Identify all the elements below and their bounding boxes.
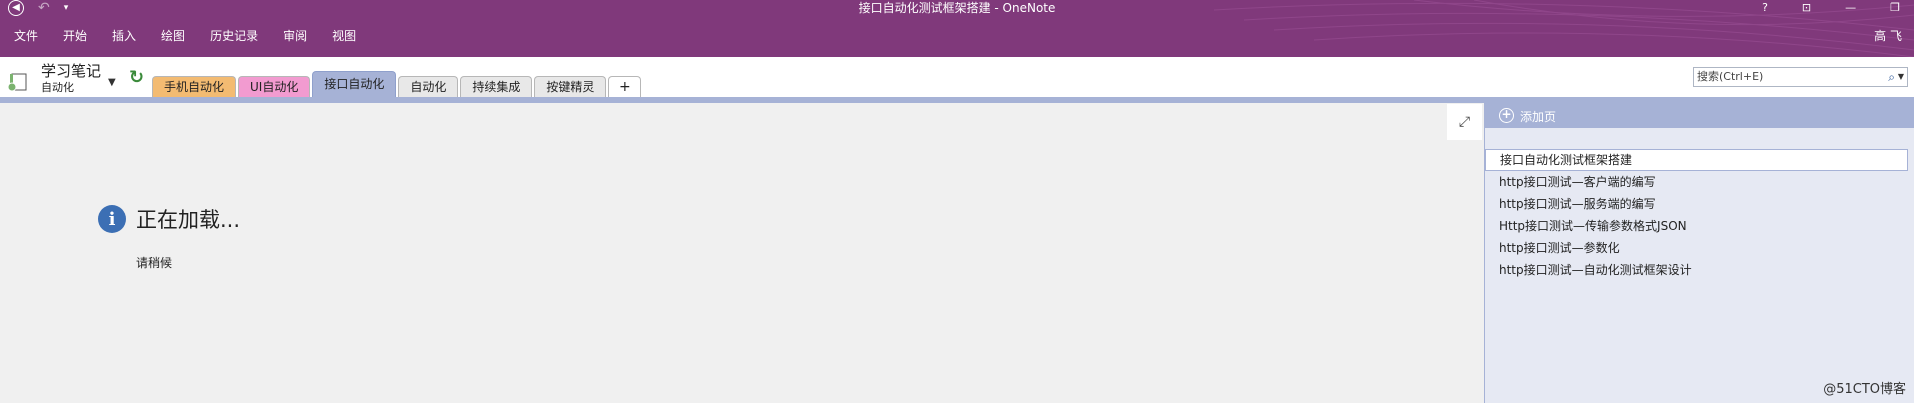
section-tab-mobile-automation[interactable]: 手机自动化 bbox=[152, 76, 237, 97]
page-item[interactable]: Http接口测试—传输参数格式JSON bbox=[1485, 215, 1914, 237]
wait-message: 请稍候 bbox=[136, 256, 173, 270]
sync-icon[interactable]: ↻ bbox=[129, 67, 144, 88]
tab-view[interactable]: 视图 bbox=[332, 27, 356, 44]
expand-page-icon[interactable]: ⤢ bbox=[1447, 104, 1482, 140]
tab-history[interactable]: 历史记录 bbox=[210, 27, 258, 44]
page-item[interactable]: http接口测试—自动化测试框架设计 bbox=[1485, 259, 1914, 281]
minimize-icon[interactable]: — bbox=[1845, 0, 1856, 16]
restore-icon[interactable]: ❐ bbox=[1890, 0, 1900, 16]
add-page-icon: + bbox=[1499, 108, 1514, 123]
watermark: @51CTO博客 bbox=[1823, 382, 1906, 397]
search-scope-dropdown-icon[interactable]: ▼ bbox=[1898, 68, 1904, 86]
section-tab-api-automation[interactable]: 接口自动化 bbox=[312, 71, 397, 97]
info-icon: i bbox=[98, 205, 126, 233]
window-title: 接口自动化测试框架搭建 - OneNote bbox=[858, 1, 1056, 15]
section-tabs: 手机自动化 UI自动化 接口自动化 自动化 持续集成 按键精灵 + bbox=[152, 71, 643, 97]
notebook-icon[interactable] bbox=[8, 71, 30, 93]
current-section-name[interactable]: 自动化 bbox=[41, 79, 74, 95]
section-tab-automation[interactable]: 自动化 bbox=[398, 76, 459, 97]
user-name[interactable]: 高 飞 bbox=[1874, 27, 1902, 44]
search-input[interactable]: 搜索(Ctrl+E) ⌕ ▼ bbox=[1693, 67, 1908, 87]
page-list: 接口自动化测试框架搭建 http接口测试—客户端的编写 http接口测试—服务端… bbox=[1485, 149, 1914, 281]
page-item[interactable]: 接口自动化测试框架搭建 bbox=[1485, 149, 1908, 171]
notebook-name[interactable]: 学习笔记 bbox=[41, 60, 101, 81]
page-item[interactable]: http接口测试—服务端的编写 bbox=[1485, 193, 1914, 215]
tab-home[interactable]: 开始 bbox=[63, 27, 87, 44]
help-icon[interactable]: ? bbox=[1762, 0, 1768, 16]
page-item[interactable]: http接口测试—客户端的编写 bbox=[1485, 171, 1914, 193]
loading-message: 正在加载... bbox=[136, 208, 241, 232]
page-item[interactable]: http接口测试—参数化 bbox=[1485, 237, 1914, 259]
tab-file[interactable]: 文件 bbox=[14, 27, 38, 44]
search-placeholder: 搜索(Ctrl+E) bbox=[1697, 70, 1764, 83]
tab-draw[interactable]: 绘图 bbox=[161, 27, 185, 44]
ribbon-tabs: 文件 开始 插入 绘图 历史记录 审阅 视图 bbox=[14, 27, 381, 44]
ribbon-display-icon[interactable]: ⊡ bbox=[1802, 0, 1811, 16]
tab-insert[interactable]: 插入 bbox=[112, 27, 136, 44]
window-controls: ? ⊡ — ❐ bbox=[1762, 0, 1900, 16]
page-list-pane: + 添加页 接口自动化测试框架搭建 http接口测试—客户端的编写 http接口… bbox=[1484, 103, 1914, 403]
notebook-navigation: 学习笔记 自动化 ▼ ↻ 手机自动化 UI自动化 接口自动化 自动化 持续集成 … bbox=[0, 57, 1914, 97]
add-section-button[interactable]: + bbox=[608, 76, 642, 97]
section-tab-key-wizard[interactable]: 按键精灵 bbox=[534, 76, 607, 97]
add-page-label: 添加页 bbox=[1520, 110, 1557, 124]
notebook-dropdown-icon[interactable]: ▼ bbox=[108, 77, 116, 88]
search-icon[interactable]: ⌕ bbox=[1888, 68, 1895, 86]
title-bar: ◀ ↶ ▾ 接口自动化测试框架搭建 - OneNote ? ⊡ — ❐ 文件 开… bbox=[0, 0, 1914, 57]
page-canvas[interactable] bbox=[0, 103, 1484, 403]
tab-review[interactable]: 审阅 bbox=[283, 27, 307, 44]
add-page-button[interactable]: + 添加页 bbox=[1485, 103, 1914, 128]
section-tab-continuous-integration[interactable]: 持续集成 bbox=[460, 76, 533, 97]
section-tab-ui-automation[interactable]: UI自动化 bbox=[238, 76, 311, 97]
